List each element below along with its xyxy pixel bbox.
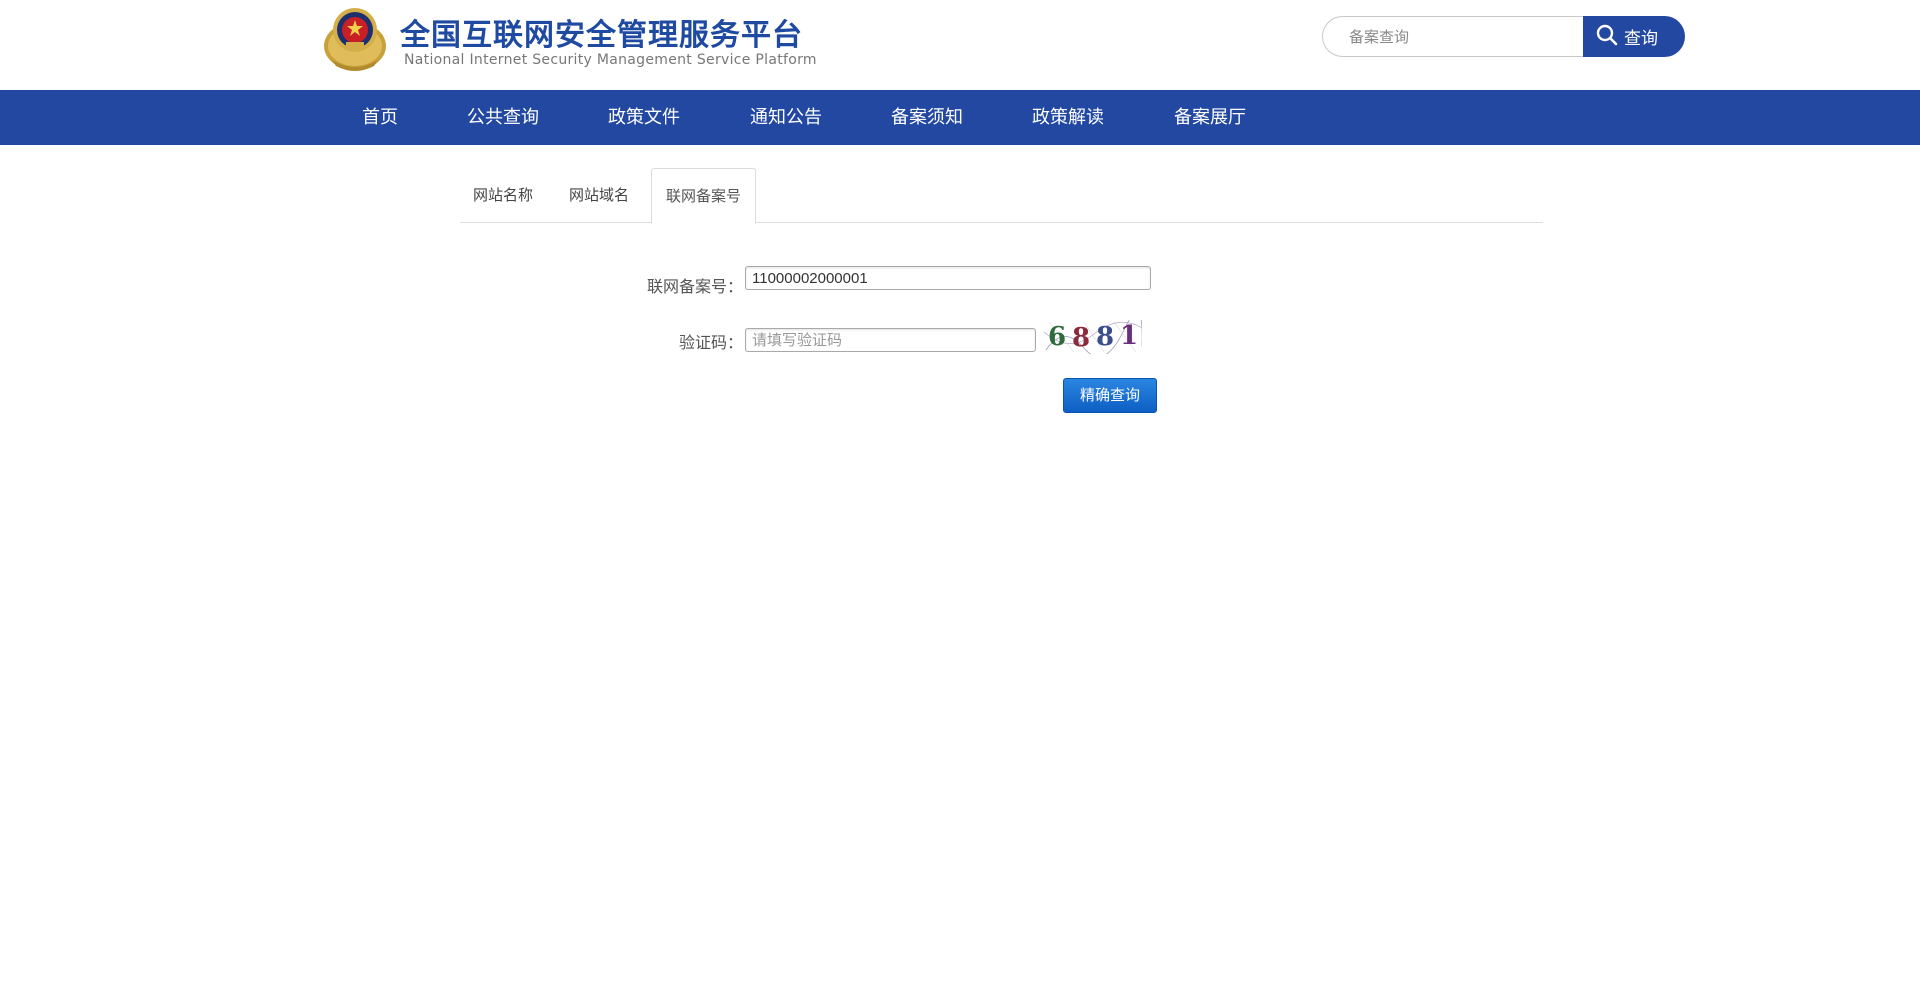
record-number-label: 联网备案号： <box>647 277 744 296</box>
nav-item-filing-guide[interactable]: 备案须知 <box>891 90 963 145</box>
captcha-input[interactable] <box>745 328 1036 352</box>
search-icon <box>1595 23 1619 51</box>
site-header: 全国互联网安全管理服务平台 National Internet Security… <box>0 0 1920 90</box>
tab-website-name[interactable]: 网站名称 <box>473 168 533 223</box>
nav-item-public-query[interactable]: 公共查询 <box>467 90 539 145</box>
search-input[interactable] <box>1322 16 1584 57</box>
header-search: 查询 <box>1322 16 1685 57</box>
nav-item-policy-documents[interactable]: 政策文件 <box>608 90 680 145</box>
tab-network-record-number[interactable]: 联网备案号 <box>651 168 757 224</box>
captcha-char-4: 1 <box>1120 321 1138 351</box>
nav-item-filing-exhibition[interactable]: 备案展厅 <box>1174 90 1246 145</box>
search-button[interactable]: 查询 <box>1583 16 1685 57</box>
site-title: 全国互联网安全管理服务平台 <box>400 18 803 53</box>
captcha-char-3: 8 <box>1096 322 1114 352</box>
captcha-char-1: 6 <box>1048 322 1066 352</box>
captcha-label: 验证码： <box>679 333 744 352</box>
tab-website-domain[interactable]: 网站域名 <box>569 168 629 223</box>
main-nav: 首页 公共查询 政策文件 通知公告 备案须知 政策解读 备案展厅 <box>0 90 1920 145</box>
query-tabs: 网站名称 网站域名 联网备案号 <box>460 168 1543 224</box>
police-emblem-icon <box>322 2 388 72</box>
nav-item-notices[interactable]: 通知公告 <box>750 90 822 145</box>
nav-item-policy-interpretation[interactable]: 政策解读 <box>1032 90 1104 145</box>
search-button-label: 查询 <box>1624 29 1658 49</box>
nav-item-home[interactable]: 首页 <box>362 90 398 145</box>
exact-query-button[interactable]: 精确查询 <box>1063 378 1157 413</box>
captcha-image[interactable]: 6 8 8 1 <box>1043 312 1143 358</box>
site-subtitle: National Internet Security Management Se… <box>404 52 817 68</box>
record-number-input[interactable] <box>745 266 1151 290</box>
captcha-char-2: 8 <box>1072 323 1090 353</box>
